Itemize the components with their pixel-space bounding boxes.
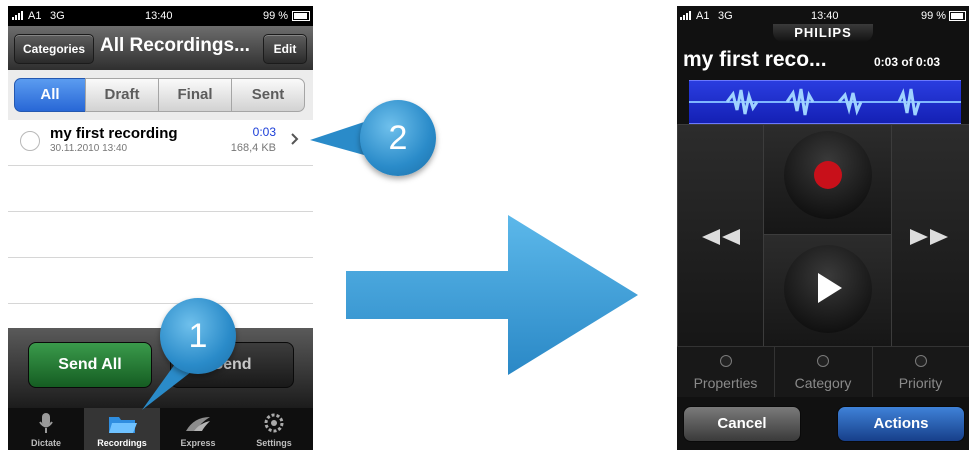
empty-row	[8, 166, 313, 212]
segment-final[interactable]: Final	[158, 78, 232, 112]
rewind-button[interactable]	[677, 124, 765, 348]
recording-date: 30.11.2010 13:40	[50, 143, 128, 154]
play-icon	[818, 273, 842, 303]
status-bar: A1 3G 13:40 99 %	[677, 6, 969, 26]
properties-label: Properties	[693, 375, 758, 391]
signal-icon	[12, 10, 26, 23]
recordings-list: my first recording 30.11.2010 13:40 0:03…	[8, 120, 313, 328]
microphone-icon	[39, 413, 53, 437]
category-indicator[interactable]: Category	[774, 347, 873, 397]
recording-row[interactable]: my first recording 30.11.2010 13:40 0:03…	[8, 120, 313, 166]
empty-row	[8, 258, 313, 304]
segment-sent[interactable]: Sent	[231, 78, 305, 112]
of-label: of	[901, 55, 913, 69]
waveform[interactable]	[689, 80, 961, 124]
tab-recordings-label: Recordings	[97, 438, 147, 448]
transition-arrow-icon	[346, 215, 638, 375]
recording-title: my first reco...	[683, 48, 827, 71]
recording-name: my first recording	[50, 125, 178, 142]
fast-forward-button[interactable]	[891, 124, 969, 348]
battery-percent: 99 %	[263, 10, 289, 22]
chevron-right-icon[interactable]	[291, 132, 299, 150]
signal-icon	[680, 10, 694, 23]
total-duration: 0:03	[916, 55, 941, 69]
properties-indicator[interactable]: Properties	[677, 347, 775, 397]
empty-row	[8, 212, 313, 258]
brand-logo: PHILIPS	[773, 24, 873, 42]
carrier-label: A1	[28, 10, 42, 22]
rewind-icon	[702, 229, 740, 245]
tab-settings[interactable]: Settings	[236, 408, 312, 450]
recording-duration: 0:03	[252, 125, 276, 139]
clock: 13:40	[811, 10, 839, 22]
battery-icon	[292, 11, 310, 21]
tab-dictate[interactable]: Dictate	[8, 408, 84, 450]
carrier-label: A1	[696, 10, 710, 22]
tab-dictate-label: Dictate	[30, 438, 61, 448]
navigation-bar: Categories All Recordings... Edit	[8, 26, 313, 71]
playback-time: 0:03 of 0:03	[874, 55, 940, 69]
edit-button[interactable]: Edit	[263, 34, 307, 64]
tab-express-label: Express	[180, 438, 216, 448]
segment-draft[interactable]: Draft	[85, 78, 159, 112]
segment-all[interactable]: All	[14, 78, 86, 112]
clock: 13:40	[145, 10, 173, 22]
callout-1-badge: 1	[160, 298, 236, 374]
properties-dot	[720, 355, 732, 367]
actions-button[interactable]: Actions	[837, 406, 965, 442]
player-screen: A1 3G 13:40 99 % PHILIPS my first reco..…	[677, 6, 969, 450]
fast-forward-icon	[910, 229, 948, 245]
play-button[interactable]	[763, 234, 893, 348]
bottom-toolbar: Cancel Actions	[677, 396, 969, 450]
category-label: Category	[794, 375, 852, 391]
tab-settings-label: Settings	[256, 438, 292, 448]
page-title: All Recordings...	[100, 35, 250, 56]
battery-icon	[949, 11, 966, 21]
filter-segmented-control: All Draft Final Sent	[8, 70, 313, 121]
network-label: 3G	[50, 10, 65, 22]
battery-percent: 99 %	[921, 10, 947, 22]
network-label: 3G	[718, 10, 733, 22]
record-button[interactable]	[763, 124, 893, 236]
current-position: 0:03	[874, 55, 899, 69]
priority-dot	[915, 355, 927, 367]
select-circle[interactable]	[20, 131, 40, 151]
callout-2-badge: 2	[360, 100, 436, 176]
info-indicators: Properties Category Priority	[677, 346, 969, 397]
gear-icon	[264, 413, 284, 435]
cancel-button[interactable]: Cancel	[683, 406, 801, 442]
recording-size: 168,4 KB	[230, 142, 276, 154]
status-bar: A1 3G 13:40 99 %	[8, 6, 313, 26]
priority-label: Priority	[898, 375, 943, 391]
categories-back-button[interactable]: Categories	[14, 34, 94, 64]
priority-indicator[interactable]: Priority	[872, 347, 969, 397]
record-dot-icon	[814, 161, 842, 189]
category-dot	[817, 355, 829, 367]
